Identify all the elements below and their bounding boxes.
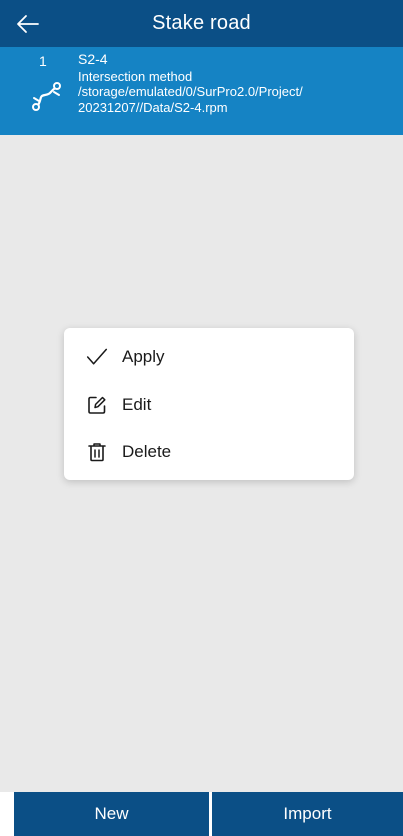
road-path-line1: /storage/emulated/0/SurPro2.0/Project/	[78, 84, 303, 99]
menu-item-delete[interactable]: Delete	[64, 430, 354, 474]
menu-label-apply: Apply	[122, 347, 165, 366]
context-menu: Apply Edit Delete	[64, 328, 354, 480]
arrow-left-icon	[17, 15, 39, 33]
road-method: Intersection method	[78, 68, 193, 84]
back-button[interactable]	[12, 9, 44, 39]
menu-label-delete: Delete	[122, 442, 172, 461]
menu-item-apply[interactable]: Apply	[64, 335, 354, 379]
road-list-item[interactable]: 1 S2-4 Intersection method /storage/emul…	[0, 47, 403, 135]
edit-icon	[86, 394, 108, 416]
road-path-line2: 20231207//Data/S2-4.rpm	[78, 99, 228, 115]
import-button[interactable]: Import	[212, 792, 403, 836]
bottom-action-bar: New Import	[0, 792, 403, 836]
road-details: S2-4 Intersection method /storage/emulat…	[78, 51, 396, 115]
road-name: S2-4	[78, 51, 108, 67]
menu-label-edit: Edit	[122, 395, 152, 414]
new-button[interactable]: New	[14, 792, 209, 836]
road-index: 1	[39, 53, 47, 69]
road-route-icon	[32, 82, 61, 111]
checkmark-icon	[86, 346, 108, 368]
menu-item-edit[interactable]: Edit	[64, 383, 354, 427]
page-title: Stake road	[152, 12, 251, 34]
trash-icon	[86, 441, 108, 463]
app-header: Stake road	[0, 0, 403, 47]
stake-road-screen: Stake road 1 S2-4 Intersection method /s…	[0, 0, 403, 836]
